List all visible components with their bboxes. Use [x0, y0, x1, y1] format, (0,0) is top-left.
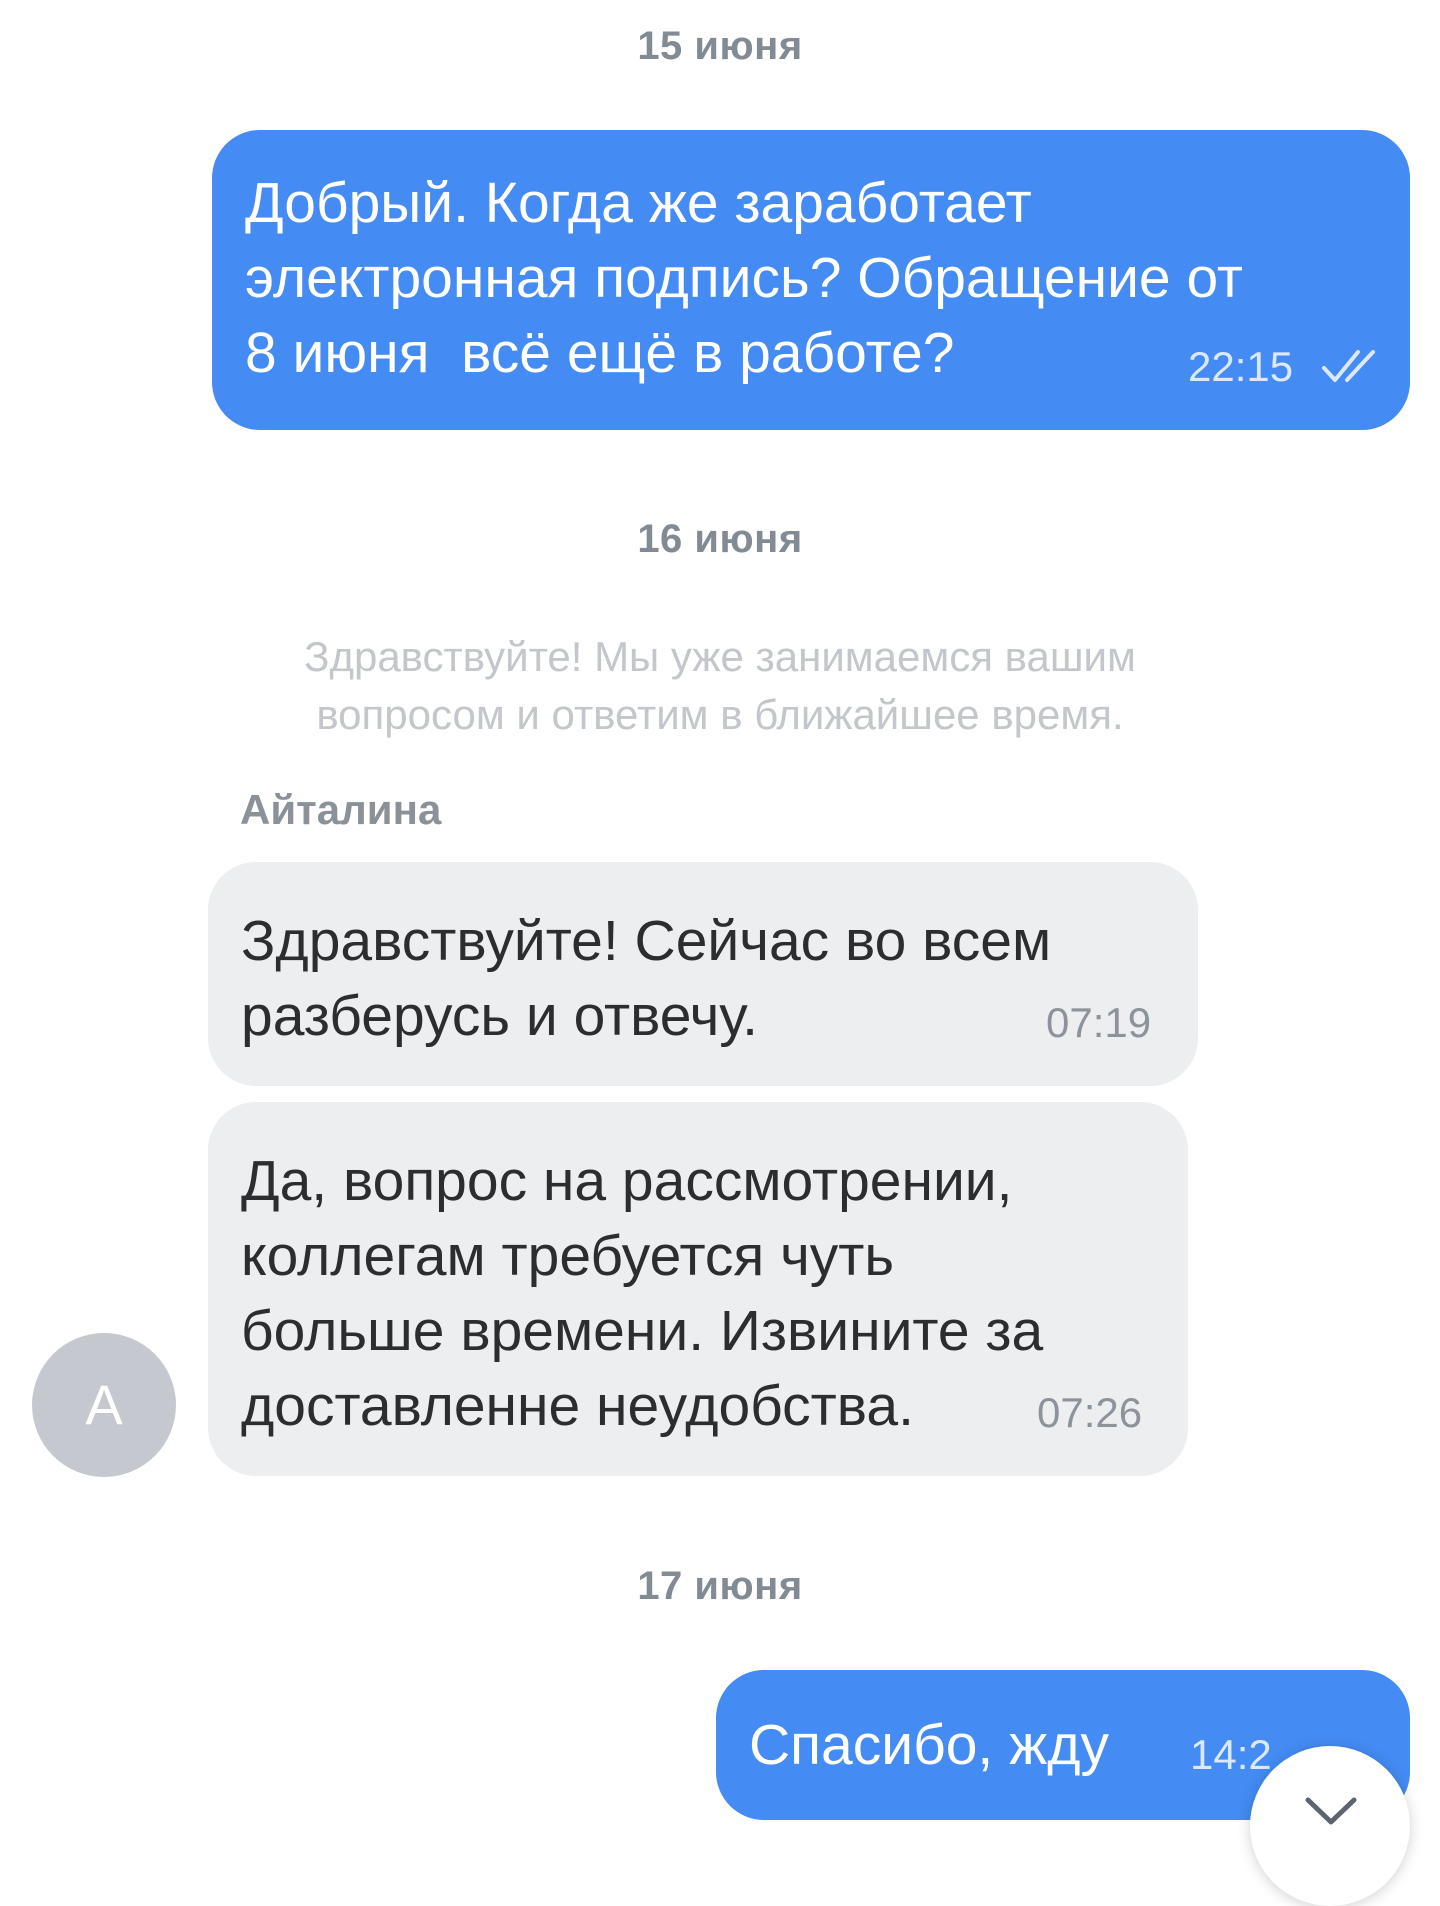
message-time: 22:15	[1188, 343, 1294, 390]
chevron-down-icon	[1305, 1797, 1357, 1825]
message-text: Да, вопрос на рассмотрении, коллегам тре…	[241, 1149, 1044, 1438]
message-text: Добрый. Когда же заработает электронная …	[245, 171, 1244, 385]
message-time: 07:19	[1046, 999, 1152, 1046]
date-separator: 16 июня	[637, 517, 803, 561]
message-text: Спасибо, жду	[749, 1713, 1109, 1777]
incoming-message[interactable]: Да, вопрос на рассмотрении, коллегам тре…	[208, 1102, 1188, 1476]
message-time: 07:26	[1037, 1389, 1143, 1436]
double-check-icon	[1322, 350, 1375, 382]
outgoing-message[interactable]: Добрый. Когда же заработает электронная …	[212, 130, 1410, 430]
date-separator: 15 июня	[637, 24, 803, 68]
sender-name: Айталина	[240, 786, 442, 833]
date-separator: 17 июня	[637, 1564, 803, 1608]
avatar[interactable]: А	[32, 1333, 176, 1477]
system-message: Здравствуйте! Мы уже занимаемся вашим во…	[304, 633, 1136, 738]
scroll-to-bottom-button[interactable]	[1250, 1746, 1410, 1906]
message-text: Здравствуйте! Сейчас во всем разберусь и…	[241, 909, 1052, 1048]
message-time: 14:2	[1190, 1731, 1272, 1778]
incoming-message[interactable]: Здравствуйте! Сейчас во всем разберусь и…	[208, 862, 1198, 1086]
chat-history[interactable]: 15 июня Добрый. Когда же заработает элек…	[0, 0, 1440, 1906]
